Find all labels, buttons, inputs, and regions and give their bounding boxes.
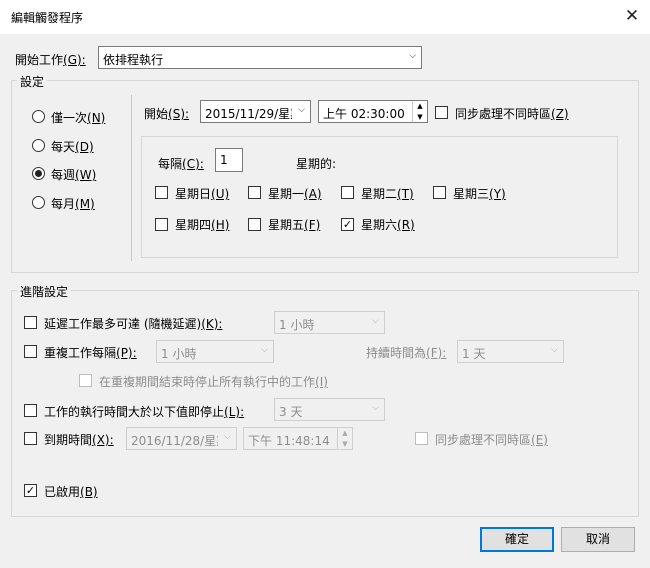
duration-value: 1 天 [462,347,486,361]
sync-timezone-checkbox[interactable] [435,106,448,119]
day-friday-checkbox[interactable] [248,218,261,231]
radio-monthly[interactable] [32,196,45,209]
expire-date-picker[interactable]: 2016/11/28/星期 ⌵ [126,427,237,450]
repeat-label: 重複工作每隔(P): [44,346,137,360]
stop-longer-value: 3 天 [279,405,303,419]
radio-weekly-label: 每週(W) [51,168,97,182]
day-sunday-label: 星期日(U) [175,187,230,201]
ok-button[interactable]: 確定 [480,527,554,552]
repeat-interval-value: 1 小時 [161,347,197,361]
chevron-down-icon: ⌵ [298,105,305,115]
day-saturday-label: 星期六(R) [361,218,415,232]
begin-task-label: 開始工作(G): [15,53,86,67]
expire-checkbox[interactable] [24,432,37,445]
spin-down-icon[interactable]: ▼ [413,112,427,123]
start-time-value: 上午 02:30:00 [323,107,405,121]
start-date-value: 2015/11/29/星期 [205,107,292,121]
chevron-down-icon: ⌵ [372,403,379,413]
begin-task-select[interactable]: 依排程執行 ⌵ [98,46,422,69]
settings-group-label: 設定 [17,73,48,90]
chevron-down-icon: ⌵ [224,432,231,442]
window-title: 編輯觸發程序 [11,11,84,25]
day-wednesday-label: 星期三(Y) [453,187,506,201]
settings-divider [131,95,132,261]
delay-select[interactable]: 1 小時 ⌵ [274,311,385,334]
stop-longer-label: 工作的執行時間大於以下值即停止(L): [44,405,245,419]
weekday-of-label: 星期的: [296,157,337,171]
begin-task-value: 依排程執行 [103,53,164,67]
radio-once[interactable] [32,110,45,123]
radio-once-label: 僅一次(N) [51,111,106,125]
duration-label: 持續時間為(F): [366,346,447,360]
spin-up-icon[interactable]: ▲ [338,428,352,439]
radio-weekly[interactable] [32,167,45,180]
day-thursday-checkbox[interactable] [155,218,168,231]
advanced-group-label: 進階設定 [17,283,72,300]
start-time-spinner[interactable]: ▲ ▼ [412,101,427,122]
duration-select[interactable]: 1 天 ⌵ [457,340,564,363]
spin-down-icon[interactable]: ▼ [338,439,352,450]
chevron-down-icon: ⌵ [409,51,416,61]
stop-running-label: 在重複期間結束時停止所有執行中的工作(I) [99,375,328,389]
expire-sync-checkbox[interactable] [415,432,428,445]
repeat-interval-select[interactable]: 1 小時 ⌵ [156,340,274,363]
expire-time-spinner[interactable]: ▲ ▼ [337,428,352,449]
sync-timezone-label: 同步處理不同時區(Z) [455,107,569,121]
spin-up-icon[interactable]: ▲ [413,101,427,112]
delay-label: 延遲工作最多可達 (隨機延遲)(K): [44,317,223,331]
enabled-label: 已啟用(B) [44,485,98,499]
day-tuesday-checkbox[interactable] [341,186,354,199]
enabled-checkbox[interactable]: ✓ [24,484,37,497]
start-date-picker[interactable]: 2015/11/29/星期 ⌵ [200,100,311,123]
repeat-checkbox[interactable] [24,345,37,358]
title-bar [0,0,650,34]
recur-weeks-value: 1 [220,153,228,167]
day-tuesday-label: 星期二(T) [361,187,414,201]
cancel-button[interactable]: 取消 [561,527,635,552]
day-thursday-label: 星期四(H) [175,218,230,232]
chevron-down-icon: ⌵ [551,345,558,355]
radio-daily[interactable] [32,139,45,152]
delay-checkbox[interactable] [24,316,37,329]
recur-label: 每隔(C): [158,157,204,171]
expire-sync-label: 同步處理不同時區(E) [435,433,548,447]
day-friday-label: 星期五(F) [268,218,321,232]
stop-longer-checkbox[interactable] [24,404,37,417]
radio-monthly-label: 每月(M) [51,197,95,211]
day-sunday-checkbox[interactable] [155,186,168,199]
expire-time-field[interactable]: 下午 11:48:14 ▲ ▼ [243,427,353,450]
day-monday-checkbox[interactable] [248,186,261,199]
expire-date-value: 2016/11/28/星期 [131,434,218,448]
start-time-field[interactable]: 上午 02:30:00 ▲ ▼ [318,100,428,123]
expire-label: 到期時間(X): [44,433,114,447]
day-monday-label: 星期一(A) [268,187,322,201]
chevron-down-icon: ⌵ [261,345,268,355]
stop-longer-select[interactable]: 3 天 ⌵ [274,398,385,421]
check-icon: ✓ [25,484,36,497]
day-wednesday-checkbox[interactable] [433,186,446,199]
radio-daily-label: 每天(D) [51,140,94,154]
recur-weeks-input[interactable]: 1 [215,148,243,172]
chevron-down-icon: ⌵ [372,316,379,326]
delay-value: 1 小時 [279,318,315,332]
start-label: 開始(S): [144,107,190,121]
check-icon: ✓ [342,218,353,231]
day-saturday-checkbox[interactable]: ✓ [341,218,354,231]
close-icon[interactable]: ✕ [621,5,643,27]
stop-running-checkbox[interactable] [79,374,92,387]
expire-time-value: 下午 11:48:14 [248,434,330,448]
